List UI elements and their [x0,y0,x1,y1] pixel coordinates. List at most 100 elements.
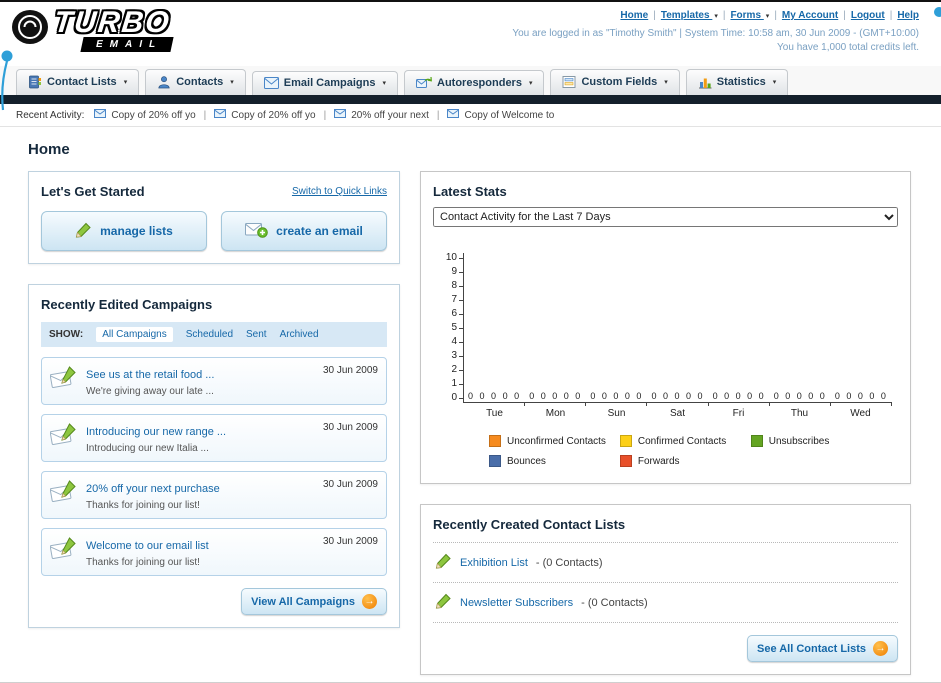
logo-title: TURBO [52,6,173,39]
decorative-swoosh [1,50,13,111]
tab-contact-lists[interactable]: Contact Lists ▾ [16,69,140,95]
chart-value-labels: 0 0 0 0 0 [712,391,766,401]
create-email-button[interactable]: create an email [221,211,387,251]
top-right-block: Home | Templates ▾ | Forms ▾ | My Account | Logo… [512,6,931,66]
decorative-dot [934,7,941,17]
chevron-down-icon: ▾ [772,79,777,86]
pencil-icon [435,593,452,612]
chart-legend: Unconfirmed Contacts Confirmed Contacts Un… [489,435,898,467]
x-axis-label: Wed [850,408,871,419]
tab-label: Statistics [716,76,766,88]
chevron-down-icon: ▾ [664,79,668,86]
envelope-pencil-icon [49,422,78,451]
main-nav: Contact Lists ▾ Contacts ▾ Email Campaigns ▾ A… [0,66,941,95]
chevron-down-icon: ▾ [714,13,718,20]
filter-archived[interactable]: Archived [280,329,319,340]
legend-swatch [619,435,632,447]
activity-item[interactable]: Copy of 20% off yo [214,109,316,121]
email-campaigns-icon [263,77,279,89]
tab-custom-fields[interactable]: Custom Fields ▾ [550,69,680,95]
pencil-icon [75,222,92,241]
top-link-forms[interactable]: Forms ▾ [730,10,769,21]
chart-value-labels: 0 0 0 0 0 [590,391,644,401]
contacts-icon [157,75,171,89]
see-all-contact-lists-button[interactable]: See All Contact Lists → [746,635,898,662]
legend-label: Confirmed Contacts [637,435,727,447]
campaign-text: Welcome to our email list Thanks for join… [86,536,209,568]
login-info: You are logged in as "Timothy Smith" | S… [512,28,919,39]
manage-lists-button[interactable]: manage lists [41,211,207,251]
campaign-date: 30 Jun 2009 [322,422,378,433]
contact-list-item[interactable]: Newsletter Subscribers - (0 Contacts) [433,583,898,623]
legend-swatch [489,435,501,447]
filter-all-campaigns[interactable]: All Campaigns [96,327,173,342]
activity-label: Recent Activity: [16,109,85,121]
switch-quick-links-link[interactable]: Switch to Quick Links [292,186,387,197]
chart-day-column: 0 0 0 0 0 [586,253,648,406]
top-link-home[interactable]: Home [620,10,648,21]
latest-stats-title: Latest Stats [433,184,507,199]
separator: | [436,109,440,121]
filter-scheduled[interactable]: Scheduled [186,329,233,340]
campaign-item[interactable]: See us at the retail food ... We're givin… [41,357,387,405]
show-label: SHOW: [49,329,84,340]
campaign-title-link[interactable]: 20% off your next purchase [86,483,220,495]
tab-label: Custom Fields [581,76,658,88]
activity-item[interactable]: 20% off your next [334,109,429,121]
campaign-list: See us at the retail food ... We're givin… [41,357,387,576]
divider-bar [0,95,941,104]
legend-item: Unsubscribes [750,435,882,447]
activity-item[interactable]: Copy of 20% off yo [94,109,196,121]
chart-day-column: 0 0 0 0 0 [647,253,709,406]
top-link-templates[interactable]: Templates ▾ [661,10,718,21]
campaign-title-link[interactable]: See us at the retail food ... [86,369,214,381]
app-window: TURBO EMAIL Home | Templates ▾ | Forms ▾ | My … [0,0,941,683]
tab-email-campaigns[interactable]: Email Campaigns ▾ [251,71,398,95]
campaign-title-link[interactable]: Introducing our new range ... [86,426,226,438]
top-link-help[interactable]: Help [897,10,919,21]
campaign-item[interactable]: Welcome to our email list Thanks for join… [41,528,387,576]
top-link-logout[interactable]: Logout [851,10,885,21]
button-label: manage lists [100,224,173,238]
campaign-item[interactable]: Introducing our new range ... Introducing… [41,414,387,462]
chart-x-axis: Tue Mon Sun Sat Fri Thu Wed [464,403,891,419]
chevron-down-icon: ▾ [382,80,386,87]
email-icon [214,109,227,121]
contact-list-link[interactable]: Exhibition List [460,557,528,569]
contact-list-link[interactable]: Newsletter Subscribers [460,597,573,609]
get-started-panel: Let's Get Started Switch to Quick Links … [28,171,400,264]
chevron-down-icon: ▾ [123,79,128,86]
logo-text: TURBO EMAIL [52,6,174,52]
view-all-campaigns-button[interactable]: View All Campaigns → [241,588,387,615]
legend-label: Unsubscribes [768,435,830,447]
activity-item[interactable]: Copy of Welcome to [447,109,554,121]
y-tick-label: 9 [451,267,463,277]
filter-sent[interactable]: Sent [246,329,267,340]
tab-label: Contact Lists [47,76,117,88]
separator: | [774,10,777,21]
campaign-item[interactable]: 20% off your next purchase Thanks for joi… [41,471,387,519]
chart-value-labels: 0 0 0 0 0 [834,391,888,401]
y-tick-label: 7 [451,295,463,305]
contact-list-item[interactable]: Exhibition List - (0 Contacts) [433,543,898,583]
campaign-subtitle: Thanks for joining our list! [86,557,200,568]
top-link-my-account[interactable]: My Account [782,10,838,21]
contact-count: - (0 Contacts) [581,596,648,609]
tab-label: Email Campaigns [283,77,376,89]
contact-lists-icon [28,75,42,89]
arrow-right-icon: → [873,641,888,656]
tab-contacts[interactable]: Contacts ▾ [145,69,246,95]
tab-statistics[interactable]: Statistics ▾ [685,69,789,95]
chart-day-column: 0 0 0 0 0 [831,253,893,406]
tab-autoresponders[interactable]: Autoresponders ▾ [404,70,545,95]
y-tick-label: 4 [451,337,463,347]
campaign-title-link[interactable]: Welcome to our email list [86,540,209,552]
stats-filter-select[interactable]: Contact Activity for the Last 7 Days [433,207,898,227]
main-content: Home Let's Get Started Switch to Quick L… [0,127,941,682]
separator: | [323,109,327,121]
logo-swirl-icon [10,8,50,51]
activity-bar: Recent Activity: Copy of 20% off yo | Copy… [0,104,941,127]
envelope-pencil-icon [49,536,78,565]
legend-item: Unconfirmed Contacts [489,435,620,447]
contact-lists-panel: Recently Created Contact Lists Exhibitio… [420,504,911,675]
